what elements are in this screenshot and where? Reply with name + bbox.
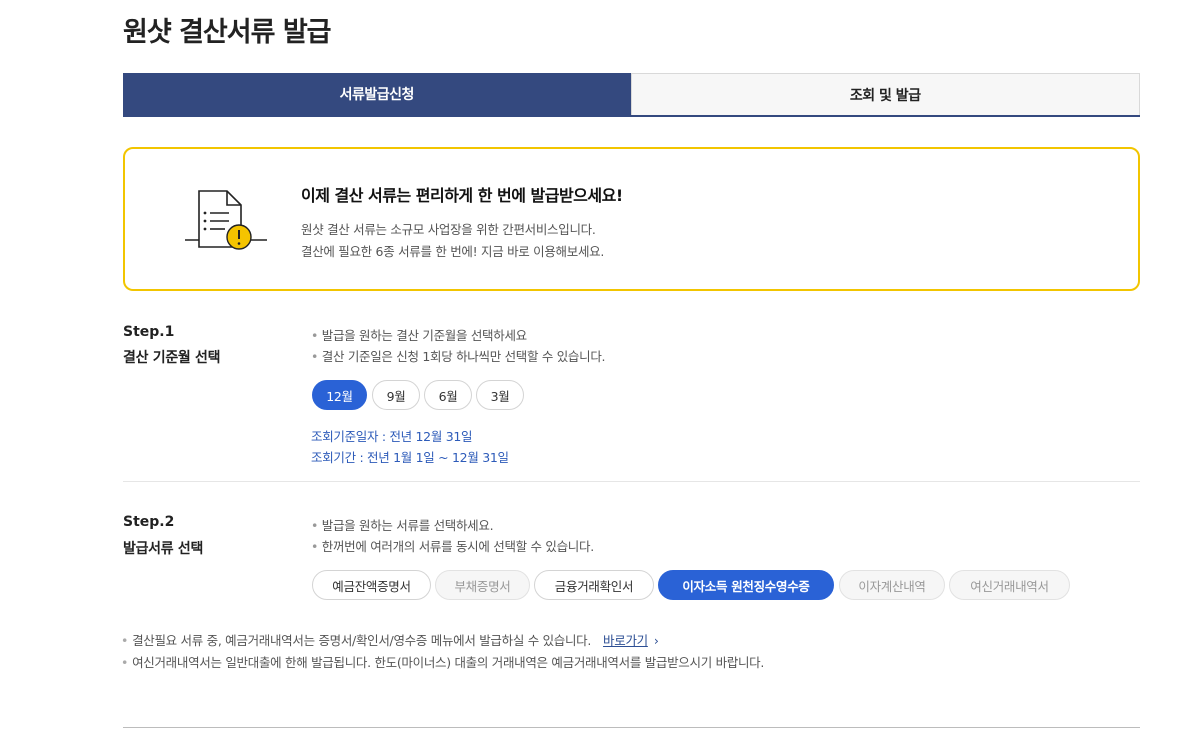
footnote-2: • 여신거래내역서는 일반대출에 한해 발급됩니다. 한도(마이너스) 대출의 거… — [121, 652, 764, 671]
step1-label: Step.1 — [123, 324, 175, 340]
month-chip-12[interactable]: 12월 — [312, 380, 367, 410]
period-info: 조회기간 : 전년 1월 1일 ~ 12월 31일 — [311, 450, 509, 465]
tab-document-request[interactable]: 서류발급신청 — [123, 73, 631, 115]
step1-guide-2: 결산 기준일은 신청 1회당 하나씩만 선택할 수 있습니다. — [311, 346, 606, 365]
chevron-right-icon[interactable]: › — [654, 633, 659, 648]
step2-label: Step.2 — [123, 514, 175, 530]
doc-chip-interest-calculation[interactable]: 이자계산내역 — [839, 570, 945, 600]
step-divider — [123, 481, 1140, 482]
doc-chip-financial-transaction[interactable]: 금융거래확인서 — [534, 570, 654, 600]
bullet-dot: • — [121, 633, 129, 648]
tab-inquiry-issue[interactable]: 조회 및 발급 — [630, 73, 1140, 115]
doc-chip-loan-transaction[interactable]: 여신거래내역서 — [949, 570, 1070, 600]
month-chip-6[interactable]: 6월 — [424, 380, 472, 410]
step2-guide-1: 발급을 원하는 서류를 선택하세요. — [311, 515, 494, 534]
doc-chip-deposit-balance[interactable]: 예금잔액증명서 — [312, 570, 431, 600]
bottom-divider — [123, 727, 1140, 728]
bullet-dot: • — [121, 655, 129, 670]
month-chip-3[interactable]: 3월 — [476, 380, 524, 410]
footnote-1: • 결산필요 서류 중, 예금거래내역서는 증명서/확인서/영수증 메뉴에서 발급… — [121, 630, 659, 649]
notice-title: 이제 결산 서류는 편리하게 한 번에 발급받으세요! — [301, 186, 623, 205]
step2-title: 발급서류 선택 — [123, 541, 204, 557]
shortcut-link[interactable]: 바로가기 — [603, 633, 648, 648]
step2-guide-2: 한꺼번에 여러개의 서류를 동시에 선택할 수 있습니다. — [311, 536, 594, 555]
month-chip-9[interactable]: 9월 — [372, 380, 420, 410]
notice-desc-line1: 원샷 결산 서류는 소규모 사업장을 위한 간편서비스입니다. — [301, 222, 596, 237]
footnote-2-text: 여신거래내역서는 일반대출에 한해 발급됩니다. 한도(마이너스) 대출의 거래… — [132, 655, 765, 670]
step1-guide-1: 발급을 원하는 결산 기준월을 선택하세요 — [311, 325, 527, 344]
footnote-1-text: 결산필요 서류 중, 예금거래내역서는 증명서/확인서/영수증 메뉴에서 발급하… — [132, 633, 592, 648]
document-warning-icon — [185, 190, 267, 250]
doc-chip-debt-certificate[interactable]: 부채증명서 — [435, 570, 530, 600]
step1-title: 결산 기준월 선택 — [123, 350, 221, 366]
page-title: 원샷 결산서류 발급 — [123, 17, 332, 48]
doc-chip-interest-withholding[interactable]: 이자소득 원천징수영수증 — [658, 570, 834, 600]
notice-box: 이제 결산 서류는 편리하게 한 번에 발급받으세요! 원샷 결산 서류는 소규… — [123, 147, 1140, 291]
notice-desc-line2: 결산에 필요한 6종 서류를 한 번에! 지금 바로 이용해보세요. — [301, 244, 605, 259]
base-date-info: 조회기준일자 : 전년 12월 31일 — [311, 429, 473, 444]
tab-bar: 서류발급신청 조회 및 발급 — [123, 73, 1140, 117]
